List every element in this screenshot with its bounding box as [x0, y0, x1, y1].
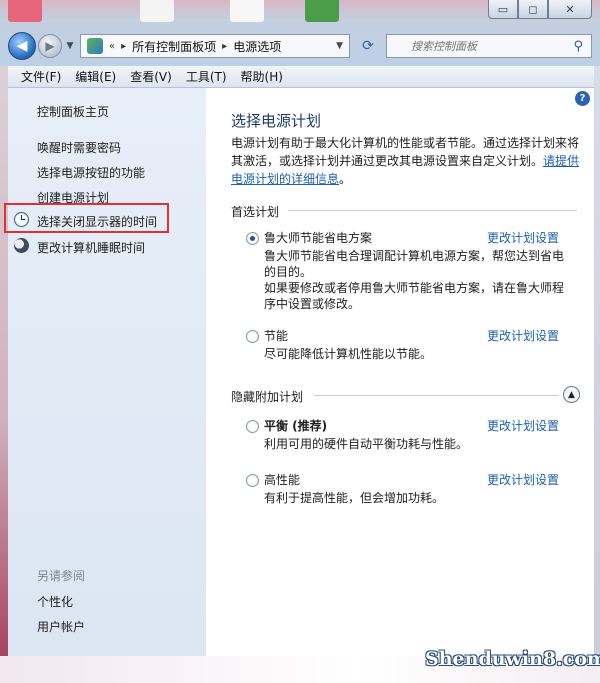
- chevron-up-icon: ▲: [568, 389, 575, 400]
- desktop-icon-fragment: [305, 0, 339, 22]
- change-plan-settings-link[interactable]: 更改计划设置: [487, 471, 559, 488]
- search-icon[interactable]: ⚲: [573, 39, 583, 54]
- menu-bar: 文件(F) 编辑(E) 查看(V) 工具(T) 帮助(H): [8, 66, 594, 88]
- plan-desc-ludashi-2: 如果要修改或者停用鲁大师节能省电方案，请在鲁大师程序中设置或修改。: [264, 281, 565, 311]
- breadcrumb-separator[interactable]: ▸: [222, 41, 227, 52]
- forward-button[interactable]: ▶: [38, 34, 62, 58]
- window-frame-left: [0, 66, 8, 656]
- plan-desc-power-saver: 尽可能降低计算机性能以节能。: [264, 347, 433, 361]
- plan-desc-balanced: 利用可用的硬件自动平衡功耗与性能。: [264, 437, 469, 451]
- sidebar-item-sleep-time[interactable]: 更改计算机睡眠时间: [37, 239, 145, 256]
- maximize-button[interactable]: ◻: [518, 0, 548, 19]
- plan-radio-power-saver[interactable]: [246, 330, 259, 343]
- preferred-plans-heading: 首选计划: [231, 205, 280, 219]
- desktop-icon-fragment: [230, 0, 264, 22]
- window-controls: ▭ ◻ ✕: [488, 0, 592, 19]
- plan-name-power-saver[interactable]: 节能: [264, 327, 288, 344]
- plan-name-ludashi[interactable]: 鲁大师节能省电方案: [264, 229, 372, 246]
- plan-desc-high-performance: 有利于提高性能，但会增加功耗。: [264, 491, 445, 505]
- nav-buttons: ◀ ▶ ▼: [8, 31, 76, 61]
- back-button[interactable]: ◀: [8, 32, 36, 60]
- change-plan-settings-link[interactable]: 更改计划设置: [487, 229, 559, 246]
- sidebar-item-power-buttons[interactable]: 选择电源按钮的功能: [37, 164, 145, 181]
- search-input[interactable]: [411, 39, 585, 53]
- see-also-user-accounts[interactable]: 用户帐户: [37, 618, 85, 635]
- plan-name-high-performance[interactable]: 高性能: [264, 471, 300, 488]
- menu-file[interactable]: 文件(F): [14, 66, 68, 87]
- sidebar-home-link[interactable]: 控制面板主页: [37, 103, 109, 120]
- page-description: 电源计划有助于最大化计算机的性能或者节能。通过选择计划来将其激活，或选择计划并通…: [231, 134, 583, 188]
- control-panel-icon: [87, 38, 103, 54]
- desktop-icon-fragment: [8, 0, 42, 22]
- menu-edit[interactable]: 编辑(E): [68, 66, 123, 87]
- change-plan-settings-link[interactable]: 更改计划设置: [487, 417, 559, 434]
- search-box: ⚲: [386, 34, 592, 58]
- refresh-button[interactable]: ⟳: [356, 36, 380, 56]
- menu-view[interactable]: 查看(V): [123, 66, 179, 87]
- minimize-button[interactable]: ▭: [488, 0, 518, 19]
- breadcrumb-all-items[interactable]: 所有控制面板项: [132, 38, 216, 55]
- sleep-moon-icon: [14, 238, 29, 253]
- page-title: 选择电源计划: [231, 112, 322, 130]
- divider: [288, 210, 577, 211]
- watermark: Shenduwin8.com: [425, 648, 600, 670]
- plan-radio-ludashi[interactable]: [246, 232, 259, 245]
- menu-tools[interactable]: 工具(T): [179, 66, 234, 87]
- arrow-right-icon: ▶: [45, 39, 55, 53]
- plan-name-balanced[interactable]: 平衡 (推荐): [264, 417, 327, 434]
- desktop-icon-fragment: [140, 0, 174, 22]
- plan-desc-ludashi-1: 鲁大师节能省电合理调配计算机电源方案，帮您达到省电的目的。: [264, 249, 565, 279]
- address-bar[interactable]: « ▸ 所有控制面板项 ▸ 电源选项 ▼: [80, 34, 350, 58]
- menu-help[interactable]: 帮助(H): [234, 66, 290, 87]
- change-plan-settings-link[interactable]: 更改计划设置: [487, 327, 559, 344]
- recent-pages-dropdown[interactable]: ▼: [64, 41, 76, 51]
- help-icon[interactable]: ?: [575, 91, 590, 106]
- arrow-left-icon: ◀: [16, 38, 28, 54]
- breadcrumb-overflow[interactable]: «: [109, 41, 115, 52]
- window-titlebar: ▭ ◻ ✕ ◀ ▶ ▼ « ▸ 所有控制面板项 ▸ 电源选项 ▼ ⟳ ⚲: [0, 0, 600, 66]
- hidden-plans-heading: 隐藏附加计划: [231, 390, 304, 404]
- sidebar-item-wake-password[interactable]: 唤醒时需要密码: [37, 139, 121, 156]
- see-also-heading: 另请参阅: [37, 569, 86, 583]
- plan-radio-balanced[interactable]: [246, 420, 259, 433]
- highlight-annotation-box: [4, 203, 169, 233]
- breadcrumb-power-options[interactable]: 电源选项: [233, 38, 281, 55]
- plan-radio-high-performance[interactable]: [246, 474, 259, 487]
- address-dropdown[interactable]: ▼: [336, 41, 343, 51]
- divider: [314, 395, 559, 396]
- description-text: 电源计划有助于最大化计算机的性能或者节能。通过选择计划来将其激活，或选择计划并通…: [231, 136, 580, 168]
- see-also-personalization[interactable]: 个性化: [37, 593, 73, 610]
- close-button[interactable]: ✕: [548, 0, 592, 19]
- window-frame-right: [594, 66, 600, 656]
- refresh-icon: ⟳: [362, 38, 374, 54]
- description-end: 。: [339, 172, 352, 186]
- breadcrumb-separator[interactable]: ▸: [121, 41, 126, 52]
- collapse-hidden-plans-button[interactable]: ▲: [563, 386, 580, 403]
